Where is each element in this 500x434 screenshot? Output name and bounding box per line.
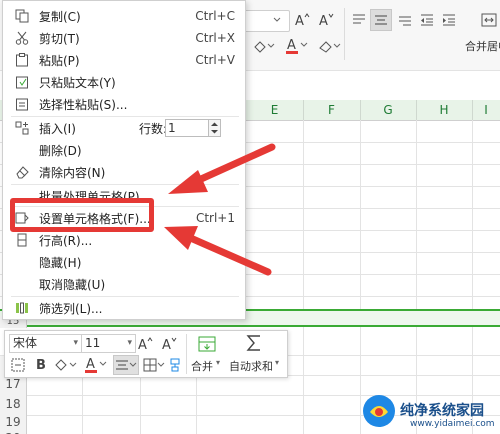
mini-toolbar: 宋体 ▾ 11 ▾ A A 合并 ▾ 自动求和 ▾ B A [4, 330, 288, 378]
merge-icon[interactable] [195, 334, 219, 354]
toolbar-divider [186, 334, 187, 374]
format-painter-icon[interactable] [167, 355, 183, 375]
arrow-lower [164, 226, 272, 276]
svg-text:A: A [86, 357, 95, 372]
svg-text:A: A [162, 338, 171, 352]
wrap-text-icon[interactable] [9, 355, 27, 375]
align-icon[interactable] [113, 355, 139, 375]
sigma-icon[interactable] [243, 333, 265, 353]
font-name-combo[interactable]: 宋体 ▾ [9, 334, 82, 353]
chevron-down-icon[interactable]: ▾ [275, 358, 279, 367]
fill-color-icon[interactable] [53, 355, 79, 375]
borders-icon[interactable] [143, 355, 165, 375]
arrow-upper [168, 143, 276, 194]
bold-icon[interactable]: B [33, 355, 49, 375]
font-size-combo[interactable]: 11 ▾ [81, 334, 136, 353]
chevron-down-icon[interactable]: ▾ [73, 335, 78, 352]
chevron-down-icon[interactable]: ▾ [127, 335, 132, 352]
watermark-url: www.yidaimei.com [410, 419, 495, 429]
watermark-title: 纯净系统家园 [400, 403, 484, 419]
svg-text:A: A [138, 338, 147, 352]
chevron-down-icon[interactable]: ▾ [216, 358, 220, 367]
font-name-value: 宋体 [13, 336, 38, 350]
watermark-logo [362, 394, 396, 428]
font-size-value: 11 [85, 336, 101, 350]
font-color-icon[interactable]: A [83, 355, 109, 375]
merge-label[interactable]: 合并 [191, 358, 213, 374]
decrease-font-icon[interactable]: A [161, 334, 177, 354]
increase-font-icon[interactable]: A [137, 334, 153, 354]
autosum-label[interactable]: 自动求和 [229, 358, 273, 374]
